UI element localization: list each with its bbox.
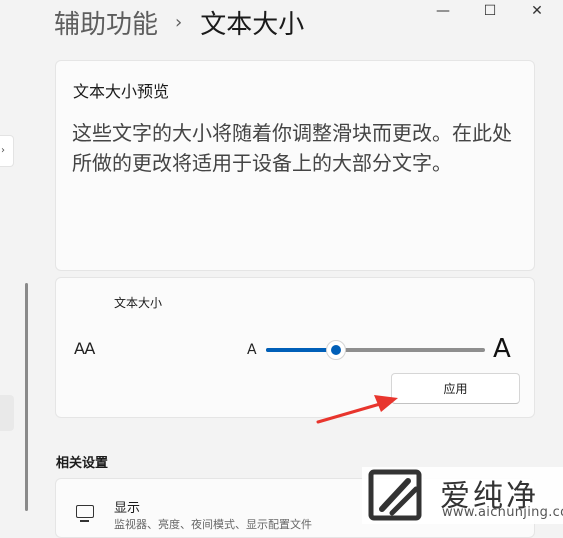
minimize-button[interactable]: — bbox=[428, 0, 458, 22]
watermark: 爱纯净 www.aichunjing.com bbox=[362, 467, 563, 524]
sidebar-selected-item[interactable] bbox=[0, 395, 14, 431]
related-settings-heading: 相关设置 bbox=[56, 456, 109, 471]
text-size-preview-card: 文本大小预览 这些文字的大小将随着你调整滑块而更改。在此处所做的更改将适用于设备… bbox=[55, 60, 535, 271]
text-size-card: 文本大小 AA A A 应用 bbox=[55, 277, 535, 418]
display-subtitle: 监视器、亮度、夜间模式、显示配置文件 bbox=[114, 518, 312, 531]
text-size-slider[interactable] bbox=[266, 340, 485, 360]
slider-max-label: A bbox=[493, 334, 511, 364]
text-size-label: 文本大小 bbox=[114, 296, 163, 310]
page-title: 文本大小 bbox=[200, 9, 305, 40]
close-icon: ✕ bbox=[531, 3, 543, 19]
text-size-icon: AA bbox=[74, 339, 95, 358]
breadcrumb-accessibility[interactable]: 辅助功能 bbox=[54, 4, 158, 41]
apply-button[interactable]: 应用 bbox=[391, 373, 520, 404]
watermark-url: www.aichunjing.com bbox=[442, 505, 563, 520]
sidebar-scrollbar[interactable] bbox=[25, 283, 28, 511]
maximize-icon: ☐ bbox=[483, 3, 497, 19]
page-scrollbar-region bbox=[551, 0, 563, 524]
chevron-right-icon: › bbox=[1, 145, 5, 156]
maximize-button[interactable]: ☐ bbox=[475, 0, 505, 22]
slider-min-label: A bbox=[247, 342, 257, 358]
slider-thumb[interactable] bbox=[326, 340, 347, 360]
breadcrumb: 辅助功能 › 文本大小 bbox=[54, 4, 304, 40]
preview-sample-text: 这些文字的大小将随着你调整滑块而更改。在此处所做的更改将适用于设备上的大部分文字… bbox=[72, 121, 512, 175]
watermark-logo-icon bbox=[368, 469, 422, 521]
preview-title: 文本大小预览 bbox=[73, 82, 170, 101]
close-button[interactable]: ✕ bbox=[522, 0, 552, 22]
chevron-right-icon: › bbox=[175, 11, 183, 33]
sidebar-partial-card[interactable]: › bbox=[0, 135, 14, 167]
monitor-icon bbox=[76, 505, 94, 522]
minimize-icon: — bbox=[436, 3, 450, 19]
display-title: 显示 bbox=[114, 501, 141, 516]
